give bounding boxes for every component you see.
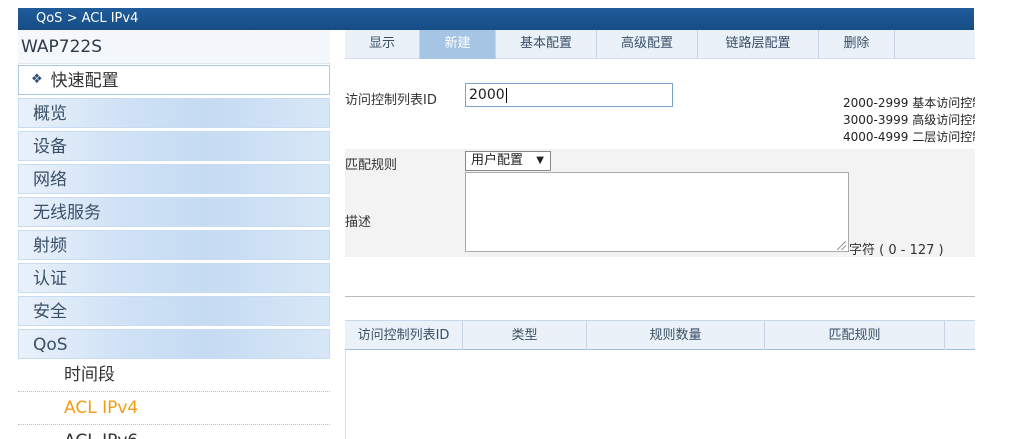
hint-line: 4000-4999 二层访问控制列表 [843,130,975,144]
match-rule-select[interactable]: 用户配置 ▼ [465,151,551,171]
tab-basic-config[interactable]: 基本配置 [496,30,597,59]
sidebar-subitem-acl-ipv6[interactable]: ACL IPv6 [18,425,330,439]
column-header[interactable]: 类型 [463,321,587,350]
sidebar-item-qos[interactable]: QoS [18,329,330,359]
sidebar-item-auth[interactable]: 认证 [18,263,330,293]
tab-link-layer-config[interactable]: 链路层配置 [698,30,819,59]
sidebar-item-network[interactable]: 网络 [18,164,330,194]
diamond-icon: ❖ [31,72,43,87]
hint-line: 3000-3999 高级访问控制列表 [843,113,975,127]
sidebar-item-radio[interactable]: 射频 [18,230,330,260]
char-limit: 字符 ( 0 - 127 ) [849,243,944,258]
sidebar-item-security[interactable]: 安全 [18,296,330,326]
tab-delete[interactable]: 删除 [819,30,895,59]
sidebar-subitem-acl-ipv4[interactable]: ACL IPv4 [18,392,330,425]
sidebar-subitem-time-range[interactable]: 时间段 [18,359,330,392]
table-header: 访问控制列表ID 类型 规则数量 匹配规则 [345,320,975,350]
match-rule-value: 用户配置 [471,153,524,168]
column-header[interactable]: 访问控制列表ID [345,321,463,350]
description-label: 描述 [345,215,372,230]
column-header[interactable]: 规则数量 [587,321,765,350]
tab-new[interactable]: 新建 [420,30,496,59]
acl-id-value: 2000 [469,87,505,103]
resize-grip-icon[interactable] [837,241,846,250]
sidebar-item-wireless[interactable]: 无线服务 [18,197,330,227]
sidebar-item-device[interactable]: 设备 [18,131,330,161]
sidebar-item-label: 快速配置 [50,71,119,91]
text-caret [505,87,507,103]
column-header[interactable]: 匹配规则 [765,321,945,350]
sidebar: WAP722S ❖ 快速配置 概览 设备 网络 无线服务 射频 认证 安全 QoS… [18,30,330,439]
tab-bar: 显示 新建 基本配置 高级配置 链路层配置 删除 [345,30,975,59]
column-header-extra [945,321,975,350]
acl-table: 访问控制列表ID 类型 规则数量 匹配规则 [345,320,975,439]
dropdown-arrow-icon: ▼ [536,155,544,166]
sidebar-item-quick-config[interactable]: ❖ 快速配置 [18,65,330,95]
acl-id-input[interactable]: 2000 [465,83,673,107]
tab-advanced-config[interactable]: 高级配置 [597,30,698,59]
acl-id-label: 访问控制列表ID [345,93,437,108]
table-body [345,350,975,439]
hint-line: 2000-2999 基本访问控制列表 [843,96,975,110]
breadcrumb: QoS > ACL IPv4 [18,8,974,30]
page: QoS > ACL IPv4 WAP722S ❖ 快速配置 概览 设备 网络 无线… [0,0,1024,439]
divider [345,296,975,297]
device-name: WAP722S [18,30,330,64]
description-textarea[interactable] [465,172,849,252]
acl-id-ranges: 2000-2999 基本访问控制列表 3000-3999 高级访问控制列表 40… [843,95,975,146]
tab-display[interactable]: 显示 [345,30,420,59]
sidebar-item-overview[interactable]: 概览 [18,98,330,128]
match-rule-label: 匹配规则 [345,158,398,173]
